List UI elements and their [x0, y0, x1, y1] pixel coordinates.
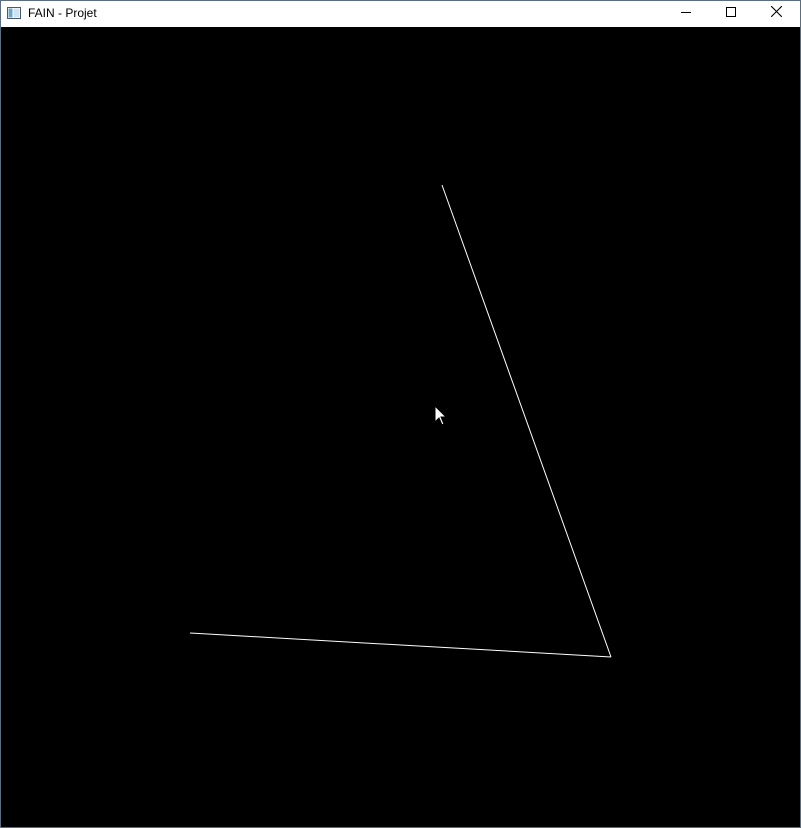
close-icon — [770, 4, 783, 22]
mouse-pointer-icon — [434, 405, 448, 427]
app-window: FAIN - Projet — [0, 0, 801, 828]
close-button[interactable] — [754, 1, 799, 25]
window-title: FAIN - Projet — [28, 6, 97, 20]
rendered-scene — [189, 184, 612, 658]
rendered-edge-right — [441, 184, 612, 658]
title-bar[interactable]: FAIN - Projet — [1, 1, 800, 25]
maximize-button[interactable] — [708, 1, 753, 25]
render-viewport[interactable] — [1, 27, 800, 827]
minimize-icon — [680, 4, 691, 22]
rendered-edge-bottom — [189, 632, 612, 658]
maximize-icon — [725, 4, 736, 22]
minimize-button[interactable] — [663, 1, 708, 25]
app-window-icon — [7, 6, 21, 19]
